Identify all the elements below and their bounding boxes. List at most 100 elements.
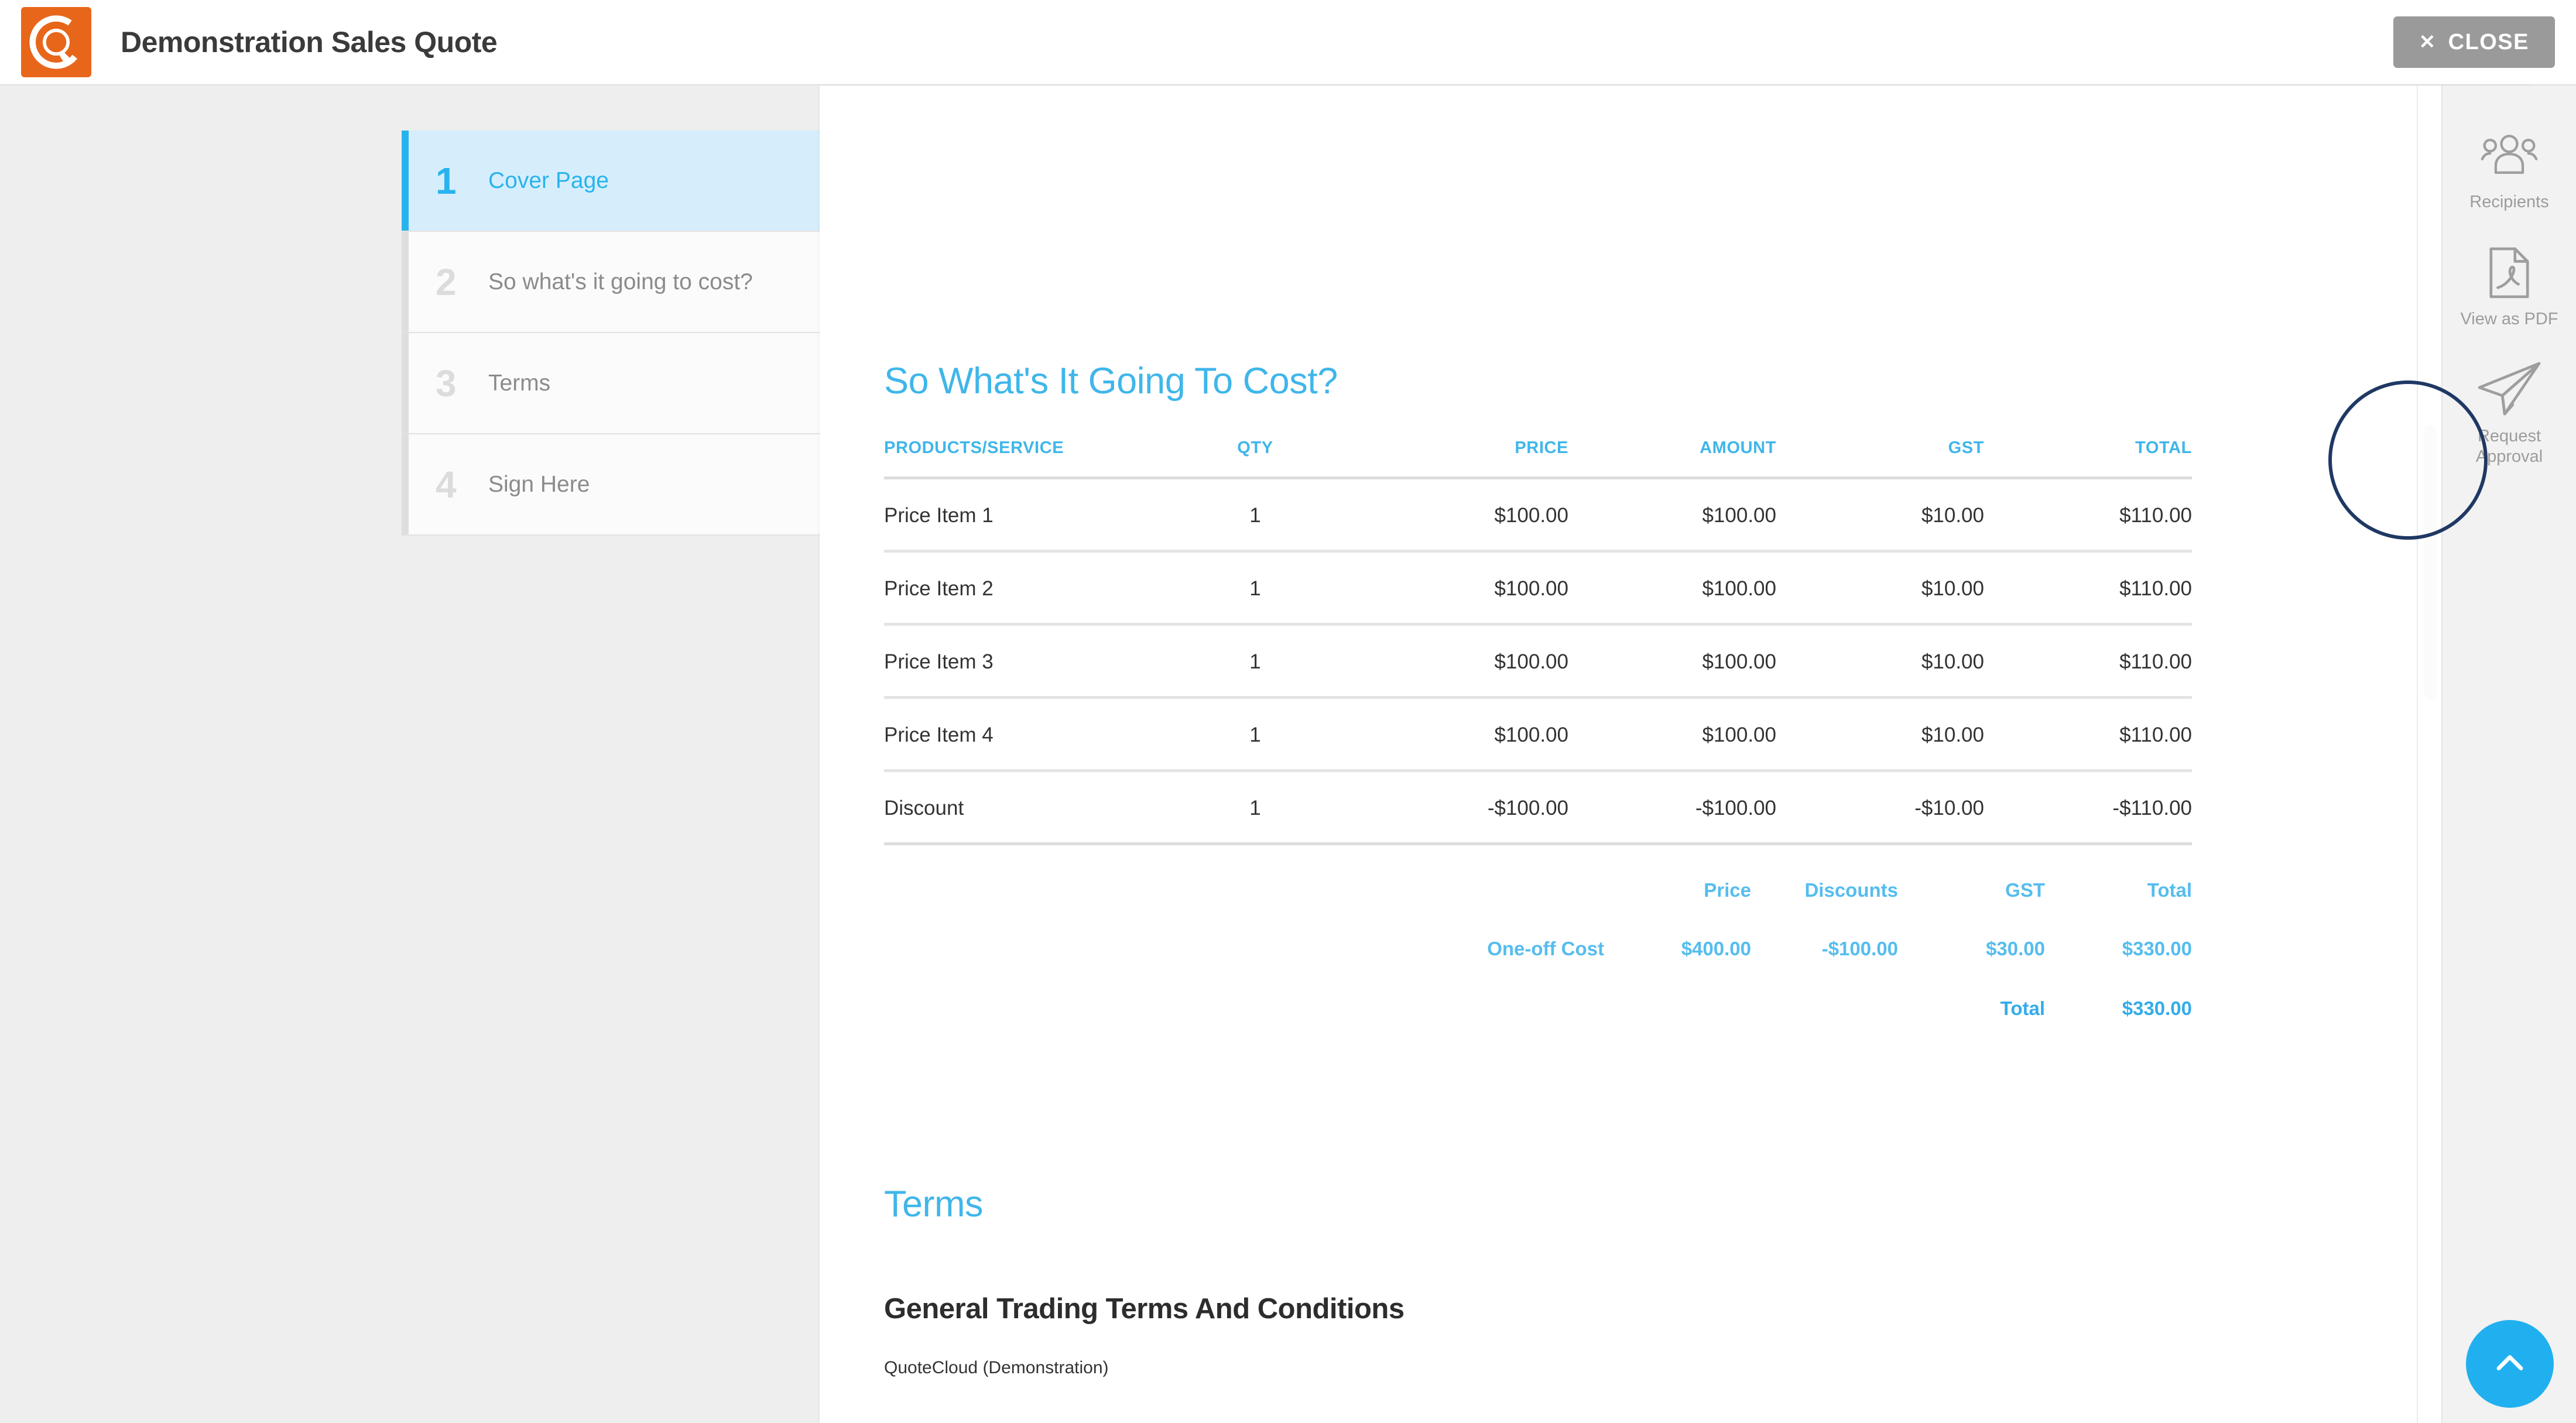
cell-amount: $100.00 [1568, 625, 1776, 698]
request-approval-label: Request Approval [2447, 426, 2572, 466]
cell-price: $100.00 [1361, 698, 1568, 771]
sidebar-item-sign-here[interactable]: 4 Sign Here [402, 434, 824, 536]
cell-total: $110.00 [1984, 625, 2192, 698]
cell-qty: 1 [1150, 551, 1361, 625]
cell-gst: -$10.00 [1776, 771, 1984, 844]
request-approval-label-line2: Approval [2476, 447, 2543, 466]
column-header-gst: GST [1776, 438, 1984, 478]
cell-name: Price Item 1 [884, 478, 1150, 551]
cell-qty: 1 [1150, 625, 1361, 698]
cell-gst: $10.00 [1776, 551, 1984, 625]
section-nav: 1 Cover Page 2 So what's it going to cos… [402, 131, 824, 536]
column-header-price: PRICE [1361, 438, 1568, 478]
sidebar-item-terms[interactable]: 3 Terms [402, 333, 824, 434]
table-row: Price Item 3 1 $100.00 $100.00 $10.00 $1… [884, 625, 2192, 698]
scrollbar-thumb[interactable] [2424, 425, 2437, 700]
cell-name: Price Item 2 [884, 551, 1150, 625]
chevron-up-icon [2488, 1342, 2532, 1386]
cell-price: $100.00 [1361, 551, 1568, 625]
totals-table: Price Discounts GST Total One-off Cost $… [884, 879, 2192, 1057]
document-panel: So What's It Going To Cost? PRODUCTS/SER… [820, 85, 2532, 1423]
pdf-file-icon [2447, 242, 2572, 303]
sidebar-item-cover-page[interactable]: 1 Cover Page [402, 131, 824, 232]
totals-header-gst: GST [1898, 879, 2045, 938]
action-rail: Recipients View as PDF RequestApprov [2441, 85, 2576, 1423]
cell-total: $110.00 [1984, 478, 2192, 551]
cell-total: -$110.00 [1984, 771, 2192, 844]
column-header-products: PRODUCTS/SERVICE [884, 438, 1150, 478]
column-header-total: TOTAL [1984, 438, 2192, 478]
top-bar: Demonstration Sales Quote ✕ CLOSE [0, 0, 2576, 85]
totals-row-label: One-off Cost [884, 938, 1604, 997]
grand-total-row: Total $330.00 [884, 997, 2192, 1057]
totals-row-discounts: -$100.00 [1751, 938, 1898, 997]
view-as-pdf-label: View as PDF [2447, 309, 2572, 329]
sidebar-item-number: 4 [436, 466, 488, 503]
totals-header-discounts: Discounts [1751, 879, 1898, 938]
people-group-icon [2447, 125, 2572, 186]
table-row: Price Item 2 1 $100.00 $100.00 $10.00 $1… [884, 551, 2192, 625]
clipped-text-edge [884, 85, 2468, 107]
cell-name: Discount [884, 771, 1150, 844]
cell-amount: $100.00 [1568, 478, 1776, 551]
request-approval-button[interactable]: Request Approval [2442, 347, 2576, 484]
recipients-button[interactable]: Recipients [2442, 112, 2576, 229]
terms-company-name: QuoteCloud (Demonstration) [884, 1325, 2468, 1378]
cell-gst: $10.00 [1776, 625, 1984, 698]
pricing-table: PRODUCTS/SERVICE QTY PRICE AMOUNT GST TO… [884, 438, 2192, 845]
cell-qty: 1 [1150, 698, 1361, 771]
scroll-to-top-button[interactable] [2466, 1320, 2554, 1408]
cell-price: -$100.00 [1361, 771, 1568, 844]
table-row: Price Item 1 1 $100.00 $100.00 $10.00 $1… [884, 478, 2192, 551]
sidebar-item-number: 1 [436, 162, 488, 200]
totals-row: One-off Cost $400.00 -$100.00 $30.00 $33… [884, 938, 2192, 997]
recipients-label: Recipients [2447, 192, 2572, 212]
cell-amount: -$100.00 [1568, 771, 1776, 844]
grand-total-spacer3 [1751, 997, 1898, 1057]
terms-heading-general: General Trading Terms And Conditions [884, 1225, 2468, 1325]
cell-name: Price Item 4 [884, 698, 1150, 771]
terms-heading-conditions: Terms & Conditions [884, 1378, 2468, 1423]
totals-header-price: Price [1604, 879, 1751, 938]
table-row: Price Item 4 1 $100.00 $100.00 $10.00 $1… [884, 698, 2192, 771]
cell-gst: $10.00 [1776, 698, 1984, 771]
cell-amount: $100.00 [1568, 698, 1776, 771]
sidebar-item-label: Sign Here [488, 472, 590, 498]
sidebar-item-label: So what's it going to cost? [488, 269, 753, 295]
grand-total-value: $330.00 [2045, 997, 2192, 1057]
column-header-qty: QTY [1150, 438, 1361, 478]
cell-price: $100.00 [1361, 478, 1568, 551]
cell-gst: $10.00 [1776, 478, 1984, 551]
totals-row-price: $400.00 [1604, 938, 1751, 997]
sidebar-item-cost[interactable]: 2 So what's it going to cost? [402, 232, 824, 333]
cell-price: $100.00 [1361, 625, 1568, 698]
table-header-row: PRODUCTS/SERVICE QTY PRICE AMOUNT GST TO… [884, 438, 2192, 478]
sidebar-item-label: Terms [488, 371, 550, 396]
grand-total-label: Total [1898, 997, 2045, 1057]
close-button-label: CLOSE [2448, 30, 2529, 55]
totals-header-row: Price Discounts GST Total [884, 879, 2192, 938]
quotecloud-q-logo-icon [21, 7, 91, 77]
document-scrollbar[interactable] [2417, 85, 2441, 1423]
sidebar-item-label: Cover Page [488, 168, 609, 194]
close-button[interactable]: ✕ CLOSE [2393, 16, 2555, 68]
cell-qty: 1 [1150, 771, 1361, 844]
view-as-pdf-button[interactable]: View as PDF [2442, 229, 2576, 347]
totals-row-total: $330.00 [2045, 938, 2192, 997]
sidebar-item-number: 2 [436, 263, 488, 301]
cell-qty: 1 [1150, 478, 1361, 551]
cell-name: Price Item 3 [884, 625, 1150, 698]
grand-total-spacer [884, 997, 1604, 1057]
quote-viewer-app: Demonstration Sales Quote ✕ CLOSE 1 Cove… [0, 0, 2576, 1423]
totals-header-total: Total [2045, 879, 2192, 938]
paper-plane-icon [2447, 359, 2572, 420]
table-row: Discount 1 -$100.00 -$100.00 -$10.00 -$1… [884, 771, 2192, 844]
cell-total: $110.00 [1984, 551, 2192, 625]
sidebar-item-number: 3 [436, 365, 488, 402]
close-x-icon: ✕ [2419, 32, 2437, 52]
totals-row-gst: $30.00 [1898, 938, 2045, 997]
cell-amount: $100.00 [1568, 551, 1776, 625]
cost-section-title: So What's It Going To Cost? [884, 107, 2468, 402]
request-approval-label-line1: Request [2478, 427, 2541, 445]
cell-total: $110.00 [1984, 698, 2192, 771]
